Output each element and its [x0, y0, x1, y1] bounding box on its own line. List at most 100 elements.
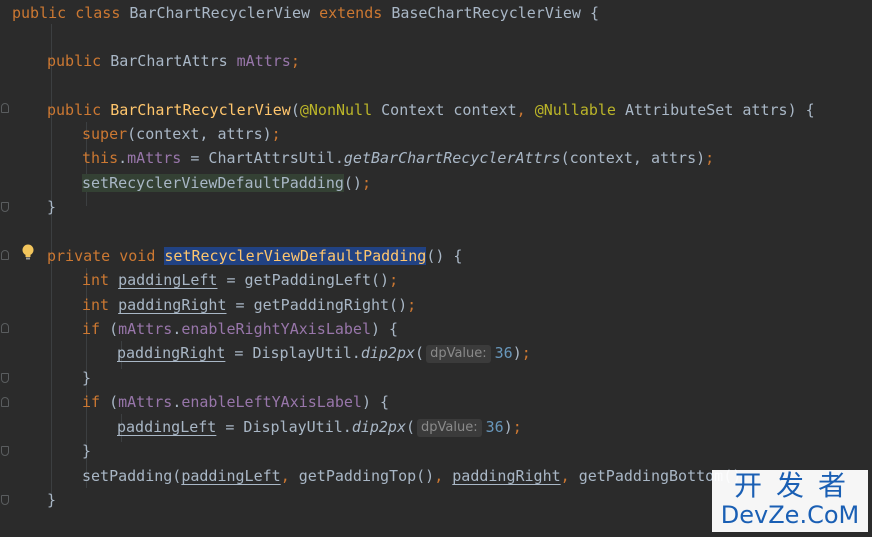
code-line-field-declaration[interactable]: public BarChartAttrs mAttrs; — [47, 49, 300, 73]
paren: ( — [100, 320, 119, 338]
code-line-padding-right-decl[interactable]: int paddingRight = getPaddingRight(); — [82, 293, 416, 317]
semicolon: ; — [290, 52, 300, 70]
dot: . — [172, 393, 182, 411]
code-line-constructor[interactable]: public BarChartRecyclerView(@NonNull Con… — [47, 98, 815, 122]
dot: . — [118, 149, 128, 167]
paren: ( — [100, 393, 119, 411]
paren: ( — [290, 101, 300, 119]
variable-name: paddingLeft — [117, 418, 217, 436]
watermark-chinese-text: 开发者 — [733, 469, 860, 502]
semicolon: ; — [407, 296, 417, 314]
expression: = getPaddingRight() — [226, 296, 408, 314]
dot: . — [172, 320, 182, 338]
site-watermark: 开发者 DevZe.CoM — [712, 470, 868, 532]
comma: , — [560, 467, 570, 485]
fold-marker-icon[interactable] — [1, 202, 9, 212]
code-line-method-call[interactable]: setRecyclerViewDefaultPadding(); — [82, 171, 371, 195]
field-name: mAttrs — [118, 393, 173, 411]
brace: } — [47, 491, 57, 509]
code-line-closing-brace[interactable]: } — [47, 195, 56, 219]
keyword: if — [82, 320, 101, 338]
variable-name: paddingLeft — [118, 271, 218, 289]
paren-brace: ) { — [361, 393, 390, 411]
code-line-assign-attrs[interactable]: this.mAttrs = ChartAttrsUtil.getBarChart… — [82, 146, 714, 170]
semicolon: ; — [521, 344, 531, 362]
code-line-set-padding[interactable]: setPadding(paddingLeft, getPaddingTop(),… — [82, 464, 741, 488]
code-line-method-declaration[interactable]: private void setRecyclerViewDefaultPaddi… — [47, 244, 462, 268]
editor-gutter — [0, 0, 10, 537]
keyword: extends — [319, 4, 383, 22]
semicolon: ; — [361, 174, 371, 192]
expression: = getPaddingLeft() — [217, 271, 390, 289]
comma: , — [434, 467, 444, 485]
keyword: class — [75, 4, 121, 22]
variable-name: paddingRight — [118, 296, 227, 314]
paren: ( — [415, 344, 425, 362]
field-name: enableLeftYAxisLabel — [181, 393, 362, 411]
code-editor[interactable]: public class BarChartRecyclerView extend… — [0, 0, 872, 537]
variable-name: paddingRight — [452, 467, 561, 485]
code-line-if-right[interactable]: if (mAttrs.enableRightYAxisLabel) { — [82, 317, 398, 341]
assignment: = DisplayUtil. — [225, 344, 361, 362]
arguments: (context, attrs) — [127, 125, 272, 143]
fold-marker-icon[interactable] — [1, 446, 9, 456]
code-line-padding-left-decl[interactable]: int paddingLeft = getPaddingLeft(); — [82, 268, 398, 292]
variable-name: paddingRight — [117, 344, 226, 362]
lightbulb-icon[interactable] — [20, 243, 36, 261]
semicolon: ; — [271, 125, 281, 143]
parameter-hint: dpValue: — [417, 419, 482, 437]
brace: { — [590, 4, 600, 22]
super-class-name: BaseChartRecyclerView — [391, 4, 581, 22]
keyword: if — [82, 393, 101, 411]
assignment: = DisplayUtil. — [216, 418, 352, 436]
parens-brace: () { — [426, 247, 463, 265]
number-literal: 36 — [485, 418, 504, 436]
code-line-closing-brace[interactable]: } — [47, 488, 56, 512]
method-call: setPadding( — [82, 467, 182, 485]
fold-marker-icon[interactable] — [1, 323, 9, 333]
method-call-highlighted[interactable]: setRecyclerViewDefaultPadding — [82, 174, 344, 192]
fold-marker-icon[interactable] — [1, 103, 9, 113]
code-line-assign-padding-right[interactable]: paddingRight = DisplayUtil.dip2px(dpValu… — [117, 341, 531, 365]
number-literal: 36 — [494, 344, 513, 362]
variable-name: paddingLeft — [181, 467, 281, 485]
brace: } — [82, 369, 92, 387]
watermark-site-text: DevZe.CoM — [720, 501, 860, 529]
field-name: mAttrs — [236, 52, 291, 70]
comma: , — [516, 101, 526, 119]
code-line-if-left[interactable]: if (mAttrs.enableLeftYAxisLabel) { — [82, 390, 389, 414]
comma: , — [280, 467, 290, 485]
parens: () — [343, 174, 362, 192]
brace: } — [47, 198, 57, 216]
code-line-closing-brace[interactable]: } — [82, 439, 91, 463]
class-name: BarChartRecyclerView — [129, 4, 311, 22]
parameter: AttributeSet attrs — [615, 101, 788, 119]
code-line-class-declaration[interactable]: public class BarChartRecyclerView extend… — [12, 1, 599, 25]
brace: } — [82, 442, 92, 460]
static-method-name: getBarChartRecyclerAttrs — [343, 149, 561, 167]
field-name: enableRightYAxisLabel — [181, 320, 371, 338]
constructor-name: BarChartRecyclerView — [110, 101, 291, 119]
field-name: mAttrs — [127, 149, 182, 167]
fold-marker-icon[interactable] — [1, 373, 9, 383]
code-line-closing-brace[interactable]: } — [82, 366, 91, 390]
code-line-assign-padding-left[interactable]: paddingLeft = DisplayUtil.dip2px(dpValue… — [117, 415, 522, 439]
static-method-name: dip2px — [351, 418, 406, 436]
method-name-selected[interactable]: setRecyclerViewDefaultPadding — [164, 247, 427, 265]
fold-marker-icon[interactable] — [1, 250, 9, 260]
semicolon: ; — [389, 271, 399, 289]
fold-marker-icon[interactable] — [1, 397, 9, 407]
keyword: public — [47, 101, 102, 119]
keyword: public — [12, 4, 67, 22]
code-line-super-call[interactable]: super(context, attrs); — [82, 122, 281, 146]
assignment: = ChartAttrsUtil. — [181, 149, 344, 167]
keyword: int — [82, 271, 110, 289]
fold-marker-icon[interactable] — [1, 495, 9, 505]
arguments: (context, attrs) — [560, 149, 706, 167]
parameter-hint: dpValue: — [426, 345, 491, 363]
keyword: super — [82, 125, 128, 143]
parameter: Context context — [372, 101, 517, 119]
paren-brace: ) { — [371, 320, 399, 338]
keyword: void — [119, 247, 156, 265]
